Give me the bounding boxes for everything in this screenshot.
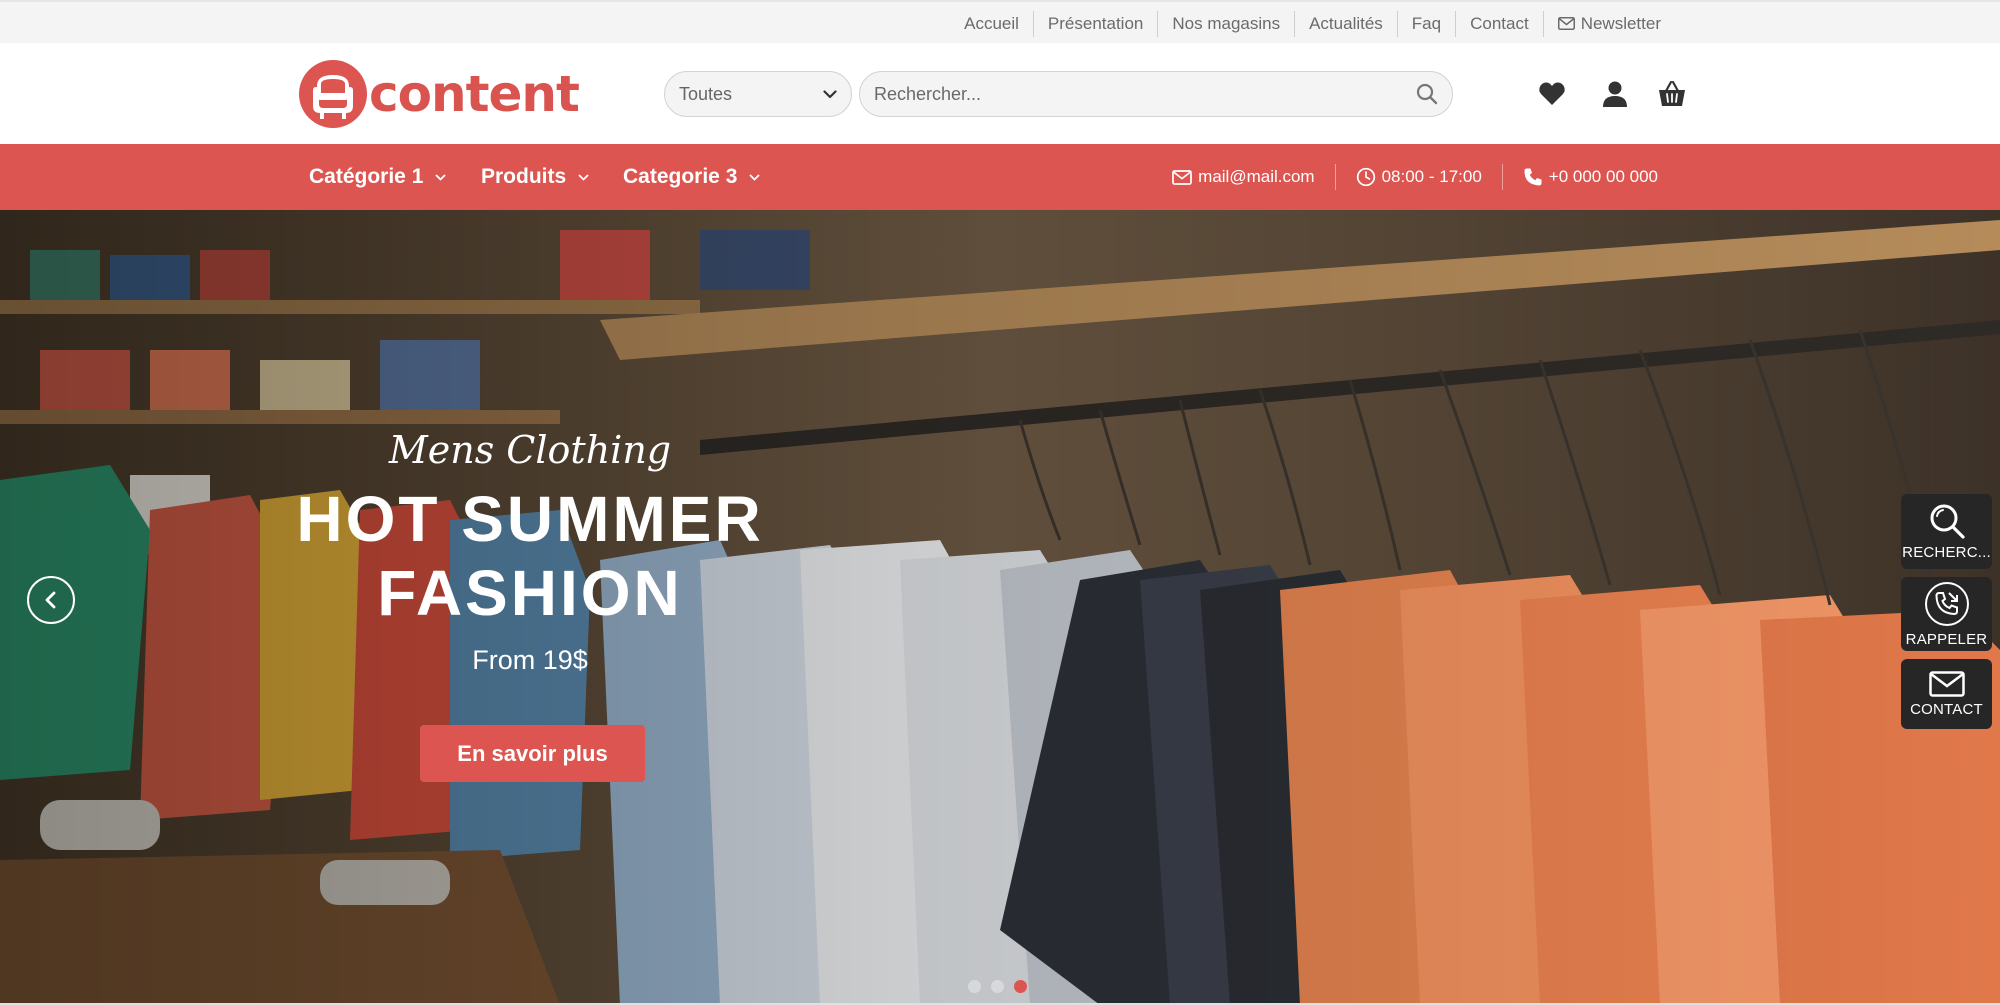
hero-slider: Mens Clothing HOT SUMMER FASHION From 19…	[0, 210, 2000, 1005]
site-header: content Toutes	[0, 43, 2000, 144]
user-account-icon[interactable]	[1600, 79, 1630, 109]
chevron-down-icon	[823, 89, 837, 98]
side-widget-callback[interactable]: RAPPELER	[1901, 577, 1992, 651]
nav-item-label: Produits	[481, 165, 567, 188]
main-navbar: Catégorie 1 Produits Categorie 3 mail@ma…	[0, 144, 2000, 210]
hero-subtitle: Mens Clothing	[388, 428, 672, 472]
newsletter-label: Newsletter	[1580, 13, 1661, 33]
envelope-icon	[1557, 17, 1575, 30]
chevron-down-icon	[749, 173, 761, 181]
side-widget-search[interactable]: RECHERC...	[1901, 494, 1992, 569]
armchair-logo-icon	[299, 60, 367, 128]
email-text: mail@mail.com	[1198, 167, 1315, 186]
hero-title: HOT SUMMER FASHION	[290, 482, 770, 630]
nav-item-categorie-3[interactable]: Categorie 3	[623, 144, 761, 210]
top-link-accueil[interactable]: Accueil	[950, 11, 1033, 37]
search-bar	[859, 71, 1453, 117]
side-widget-contact[interactable]: CONTACT	[1901, 659, 1992, 729]
top-utility-bar: Accueil Présentation Nos magasins Actual…	[0, 0, 2000, 43]
slider-dot-2[interactable]	[991, 980, 1004, 993]
chevron-left-icon	[45, 591, 56, 609]
side-widget-callback-label: RAPPELER	[1905, 631, 1988, 648]
slider-prev-button[interactable]	[27, 576, 75, 624]
hero-price: From 19$	[472, 645, 588, 675]
nav-hours: 08:00 - 17:00	[1334, 164, 1502, 190]
slider-dot-3-active[interactable]	[1014, 980, 1027, 993]
contact-info: mail@mail.com 08:00 - 17:00 +0 000 00 00…	[1152, 144, 1678, 210]
nav-phone[interactable]: +0 000 00 000	[1501, 164, 1678, 190]
nav-email[interactable]: mail@mail.com	[1152, 164, 1334, 190]
basket-cart-icon[interactable]	[1657, 79, 1687, 109]
top-link-presentation[interactable]: Présentation	[1032, 10, 1157, 37]
site-logo[interactable]: content	[299, 59, 580, 129]
top-link-contact[interactable]: Contact	[1455, 10, 1543, 37]
search-input[interactable]	[874, 83, 1416, 105]
top-link-newsletter[interactable]: Newsletter	[1542, 10, 1675, 37]
chevron-down-icon	[435, 173, 447, 181]
learn-more-button[interactable]: En savoir plus	[420, 725, 645, 782]
side-widget-search-label: RECHERC...	[1902, 544, 1991, 561]
nav-item-label: Categorie 3	[623, 165, 738, 188]
category-select[interactable]: Toutes	[664, 71, 852, 117]
slider-dot-1[interactable]	[968, 980, 981, 993]
hero-title-line-1: HOT SUMMER	[296, 483, 764, 555]
envelope-icon	[1172, 170, 1193, 185]
envelope-icon	[1928, 671, 1965, 697]
nav-item-categorie-1[interactable]: Catégorie 1	[309, 144, 447, 210]
category-select-value: Toutes	[679, 83, 733, 104]
phone-callback-icon	[1924, 582, 1969, 626]
logo-text: content	[369, 65, 580, 123]
top-links: Accueil Présentation Nos magasins Actual…	[950, 2, 1675, 45]
phone-icon	[1524, 168, 1542, 186]
top-link-faq[interactable]: Faq	[1396, 10, 1455, 37]
phone-text: +0 000 00 000	[1548, 167, 1658, 186]
slider-dots	[968, 980, 1027, 993]
side-widget-contact-label: CONTACT	[1910, 701, 1983, 718]
hours-text: 08:00 - 17:00	[1381, 167, 1482, 186]
nav-item-produits[interactable]: Produits	[481, 144, 589, 210]
top-link-actualites[interactable]: Actualités	[1294, 10, 1397, 37]
hero-title-line-2: FASHION	[377, 557, 683, 629]
top-link-magasins[interactable]: Nos magasins	[1157, 10, 1294, 37]
heart-wishlist-icon[interactable]	[1537, 79, 1567, 109]
chevron-down-icon	[578, 173, 589, 181]
search-icon[interactable]	[1416, 83, 1438, 105]
nav-item-label: Catégorie 1	[309, 165, 424, 188]
clock-icon	[1356, 167, 1375, 187]
search-icon	[1930, 504, 1965, 539]
